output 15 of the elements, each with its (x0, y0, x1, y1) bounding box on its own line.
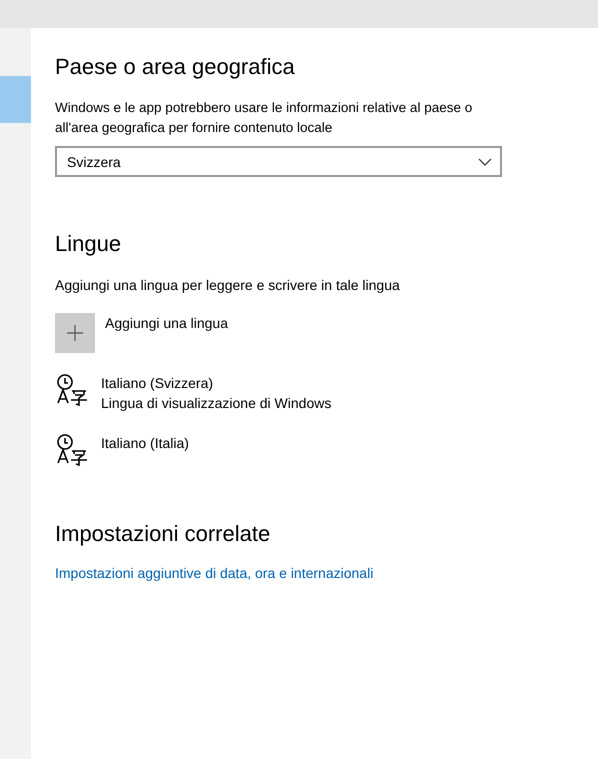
add-language-button[interactable] (55, 313, 95, 353)
section-heading: Lingue (55, 230, 122, 258)
settings-link[interactable]: Impostazioni aggiuntive di data, ora e internazionali (55, 565, 374, 581)
plus-icon (67, 325, 83, 341)
language-name[interactable]: Italiano (Svizzera) (101, 373, 332, 393)
language-detail: Lingua di visualizzazione di Windows (101, 394, 332, 413)
region-dropdown[interactable]: Svizzera (55, 146, 502, 177)
add-language-label[interactable]: Aggiungi una lingua (105, 313, 228, 333)
description-text: Windows e le app potrebbero usare le informazioni relative al paese o all'area geografica per fornire contenuto locale (55, 99, 474, 137)
chevron-icon (478, 158, 492, 166)
description-text: Aggiungi una lingua per leggere e scrivere in tale lingua (55, 276, 401, 295)
section-heading: Impostazioni correlate (55, 520, 272, 548)
language-name[interactable]: Italiano (Italia) (101, 433, 189, 453)
selection-highlight (0, 76, 31, 123)
section-heading: Paese o area geografica (55, 53, 296, 81)
